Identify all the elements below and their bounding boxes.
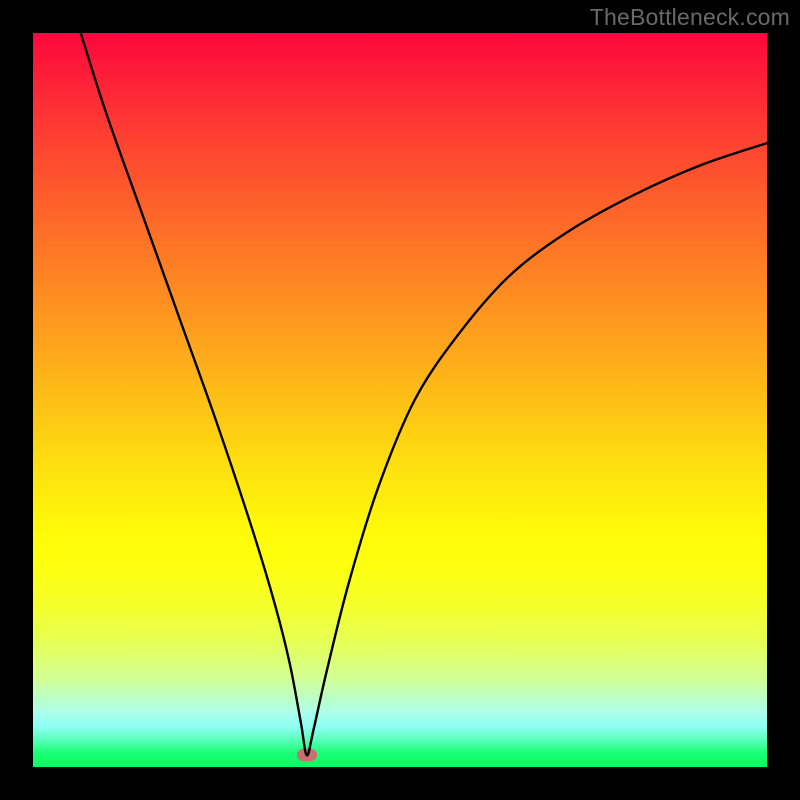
- curve-path: [81, 33, 767, 755]
- bottleneck-curve: [33, 33, 767, 767]
- plot-area: [33, 33, 767, 767]
- watermark-text: TheBottleneck.com: [590, 4, 790, 31]
